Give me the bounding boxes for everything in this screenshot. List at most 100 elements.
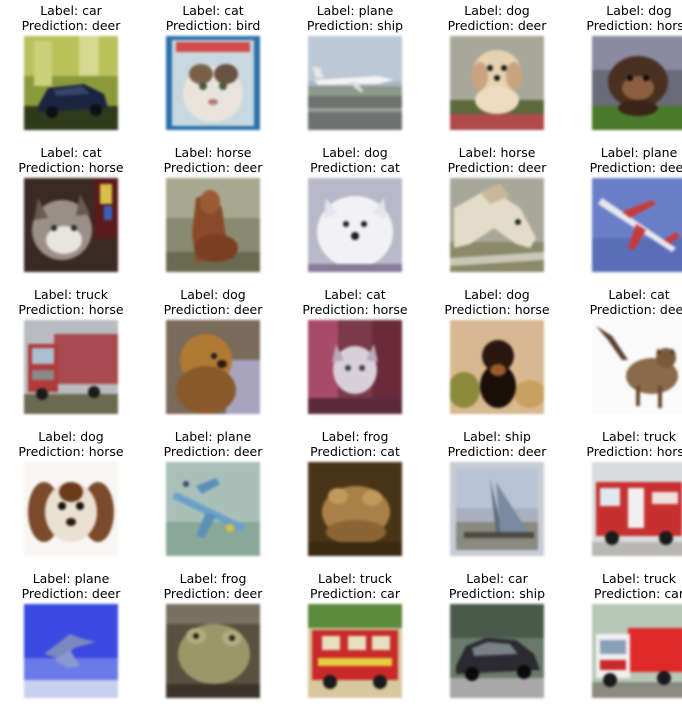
sample-cell: Label: plane Prediction: deer [142, 426, 284, 562]
plane-image [308, 36, 402, 130]
prediction-text: Prediction: horse [18, 302, 124, 317]
sample-cell: Label: dog Prediction: deer [426, 0, 568, 136]
label-text: Label: ship [463, 429, 531, 444]
sample-cell: Label: horse Prediction: deer [142, 142, 284, 278]
label-text: Label: truck [34, 287, 108, 302]
sample-cell: Label: cat Prediction: horse [284, 284, 426, 420]
sample-cell: Label: dog Prediction: horse [0, 426, 142, 562]
sample-cell: Label: frog Prediction: cat [284, 426, 426, 562]
car-image [24, 36, 118, 130]
prediction-text: Prediction: car [310, 586, 400, 601]
dog-image [308, 178, 402, 272]
truck-image [592, 604, 682, 698]
prediction-text: Prediction: deer [447, 444, 547, 459]
misclassified-image-grid: Label: car Prediction: deer Label: cat P… [0, 0, 682, 706]
prediction-text: Prediction: horse [302, 302, 408, 317]
prediction-text: Prediction: horse [586, 444, 682, 459]
prediction-text: Prediction: deer [447, 160, 547, 175]
plane-image [24, 604, 118, 698]
prediction-text: Prediction: car [594, 586, 682, 601]
prediction-text: Prediction: cat [310, 160, 400, 175]
label-text: Label: cat [324, 287, 386, 302]
label-text: Label: dog [464, 287, 530, 302]
sample-cell: Label: cat Prediction: horse [0, 142, 142, 278]
sample-cell: Label: truck Prediction: car [284, 568, 426, 704]
label-text: Label: horse [174, 145, 252, 160]
label-text: Label: frog [179, 571, 247, 586]
cat-image [308, 320, 402, 414]
dog-image [592, 36, 682, 130]
sample-cell: Label: car Prediction: deer [0, 0, 142, 136]
label-text: Label: dog [180, 287, 246, 302]
prediction-text: Prediction: deer [21, 586, 121, 601]
prediction-text: Prediction: bird [165, 18, 261, 33]
sample-cell: Label: dog Prediction: cat [284, 142, 426, 278]
prediction-text: Prediction: deer [163, 302, 263, 317]
label-text: Label: plane [600, 145, 678, 160]
label-text: Label: dog [38, 429, 104, 444]
label-text: Label: truck [602, 429, 676, 444]
label-text: Label: dog [464, 3, 530, 18]
sample-cell: Label: car Prediction: ship [426, 568, 568, 704]
car-image [450, 604, 544, 698]
sample-cell: Label: cat Prediction: deer [568, 284, 682, 420]
cat-image [24, 178, 118, 272]
sample-cell: Label: truck Prediction: horse [0, 284, 142, 420]
plane-image [166, 462, 260, 556]
label-text: Label: truck [318, 571, 392, 586]
sample-cell: Label: plane Prediction: deer [568, 142, 682, 278]
prediction-text: Prediction: horse [586, 18, 682, 33]
label-text: Label: horse [458, 145, 536, 160]
label-text: Label: plane [174, 429, 252, 444]
plane-image [592, 178, 682, 272]
label-text: Label: dog [322, 145, 388, 160]
prediction-text: Prediction: deer [163, 586, 263, 601]
sample-cell: Label: horse Prediction: deer [426, 142, 568, 278]
dog-image [450, 320, 544, 414]
prediction-text: Prediction: deer [589, 160, 682, 175]
ship-image [450, 462, 544, 556]
cat-image [592, 320, 682, 414]
dog-image [166, 320, 260, 414]
frog-image [166, 604, 260, 698]
label-text: Label: car [40, 3, 102, 18]
sample-cell: Label: truck Prediction: horse [568, 426, 682, 562]
frog-image [308, 462, 402, 556]
sample-cell: Label: frog Prediction: deer [142, 568, 284, 704]
label-text: Label: cat [608, 287, 670, 302]
prediction-text: Prediction: cat [310, 444, 400, 459]
cat-image [166, 36, 260, 130]
sample-cell: Label: cat Prediction: bird [142, 0, 284, 136]
sample-cell: Label: dog Prediction: horse [426, 284, 568, 420]
sample-cell: Label: ship Prediction: deer [426, 426, 568, 562]
sample-cell: Label: dog Prediction: deer [142, 284, 284, 420]
label-text: Label: truck [602, 571, 676, 586]
truck-image [592, 462, 682, 556]
prediction-text: Prediction: ship [306, 18, 404, 33]
prediction-text: Prediction: deer [163, 160, 263, 175]
truck-image [24, 320, 118, 414]
sample-cell: Label: dog Prediction: horse [568, 0, 682, 136]
prediction-text: Prediction: deer [21, 18, 121, 33]
prediction-text: Prediction: deer [163, 444, 263, 459]
sample-cell: Label: plane Prediction: deer [0, 568, 142, 704]
prediction-text: Prediction: deer [589, 302, 682, 317]
label-text: Label: frog [321, 429, 389, 444]
label-text: Label: car [466, 571, 528, 586]
prediction-text: Prediction: deer [447, 18, 547, 33]
label-text: Label: plane [316, 3, 394, 18]
truck-image [308, 604, 402, 698]
label-text: Label: plane [32, 571, 110, 586]
prediction-text: Prediction: horse [444, 302, 550, 317]
label-text: Label: cat [40, 145, 102, 160]
prediction-text: Prediction: horse [18, 444, 124, 459]
dog-image [24, 462, 118, 556]
horse-image [450, 178, 544, 272]
label-text: Label: dog [606, 3, 672, 18]
label-text: Label: cat [182, 3, 244, 18]
sample-cell: Label: truck Prediction: car [568, 568, 682, 704]
prediction-text: Prediction: horse [18, 160, 124, 175]
horse-image [166, 178, 260, 272]
dog-image [450, 36, 544, 130]
prediction-text: Prediction: ship [448, 586, 546, 601]
